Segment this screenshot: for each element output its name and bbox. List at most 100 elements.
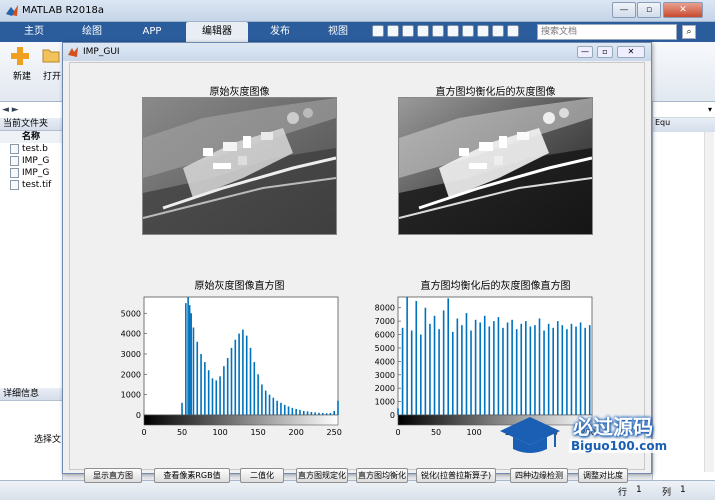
eq-hist-bar	[433, 315, 436, 415]
orig-hist-bar	[234, 339, 237, 415]
minimize-button[interactable]: —	[612, 2, 636, 18]
eq-hist-ytick-label: 6000	[375, 331, 395, 340]
orig-hist-bar	[200, 353, 202, 415]
file-item[interactable]: IMP_G	[0, 155, 62, 167]
new-label[interactable]: 新建	[13, 69, 31, 82]
orig-hist-bar	[204, 362, 206, 415]
search-icon[interactable]: ⌕	[682, 25, 696, 39]
orig-hist-bar	[302, 410, 305, 415]
eq-hist-bar	[588, 325, 591, 415]
eq-hist-bar	[547, 323, 550, 415]
new-plus-icon[interactable]	[10, 46, 30, 66]
quick-access-toolbar[interactable]	[372, 25, 522, 39]
open-label[interactable]: 打开	[43, 69, 61, 82]
eq-hist-bar	[410, 330, 413, 415]
eq-hist-bar	[479, 322, 481, 415]
gui-close-button[interactable]: ✕	[617, 46, 645, 58]
orig-hist-xtick-label: 200	[289, 428, 304, 437]
orig-hist-bar	[268, 394, 271, 415]
close-button[interactable]: ✕	[663, 2, 703, 18]
orig-hist-xtick-label: 150	[250, 428, 265, 437]
orig-hist-ytick-label: 5000	[121, 309, 141, 318]
eq-hist-ytick-label: 0	[390, 411, 395, 420]
eq-hist-bar	[566, 329, 568, 415]
orig-hist-bar	[207, 370, 210, 415]
eq-hist-bar	[511, 319, 513, 415]
tab-plots[interactable]: 绘图	[66, 22, 118, 42]
tab-apps[interactable]: APP	[124, 22, 180, 42]
eq-hist-bar	[534, 325, 536, 415]
eq-hist-bar	[497, 317, 500, 415]
matlab-logo-icon	[5, 4, 19, 18]
col-label: 列	[662, 488, 672, 498]
eq-hist-ytick-label: 4000	[375, 357, 395, 366]
eq-hist-xtick-label: 0	[395, 428, 400, 437]
gui-maximize-button[interactable]: ▫	[597, 46, 613, 58]
gui-minimize-button[interactable]: —	[577, 46, 593, 58]
orig-hist-bar	[196, 341, 199, 415]
orig-hist-bar	[295, 408, 297, 415]
eq-hist-bar	[493, 321, 495, 415]
eq-hist-bar	[575, 326, 577, 415]
tab-view[interactable]: 视图	[312, 22, 364, 42]
eq-hist-bar	[438, 329, 440, 415]
file-item[interactable]: test.b	[0, 143, 62, 155]
eq-hist-bar	[538, 318, 541, 415]
eq-hist-bar	[424, 307, 427, 415]
eq-hist-bar	[506, 322, 509, 415]
laplacian-sharpen-button[interactable]: 锐化(拉普拉斯算子)	[416, 468, 496, 483]
nav-arrows[interactable]: ◄ ►	[0, 102, 62, 118]
orig-hist-bar	[321, 412, 324, 415]
file-item[interactable]: test.tif	[0, 179, 62, 191]
eq-hist-ytick-label: 1000	[375, 398, 395, 407]
adjust-contrast-button[interactable]: 调整对比度	[578, 468, 628, 483]
orig-hist-bar	[253, 362, 256, 415]
tab-home[interactable]: 主页	[8, 22, 60, 42]
eq-hist-bar	[584, 327, 586, 415]
matlab-titlebar: MATLAB R2018a — ▫ ✕	[0, 0, 715, 22]
view-pixel-rgb-button[interactable]: 查看像素RGB值	[154, 468, 230, 483]
orig-hist-bar	[219, 376, 221, 415]
orig-hist-bar	[215, 380, 218, 415]
status-bar: 行 1 列 1	[0, 480, 715, 500]
eq-hist-bar	[502, 327, 504, 415]
column-header-name[interactable]: 名称	[0, 131, 62, 143]
binarize-button[interactable]: 二值化	[240, 468, 284, 483]
eq-hist-bar	[488, 326, 491, 415]
details-title: 详细信息	[0, 388, 62, 401]
orig-hist-bar	[188, 305, 191, 415]
eq-hist-bar	[579, 322, 582, 415]
orig-hist-bar	[242, 329, 244, 415]
orig-image-title: 原始灰度图像	[209, 87, 270, 98]
tab-editor[interactable]: 编辑器	[186, 22, 248, 42]
current-folder-title: 当前文件夹	[0, 118, 62, 131]
show-histogram-button[interactable]: 显示直方图	[84, 468, 142, 483]
file-item[interactable]: IMP_G	[0, 167, 62, 179]
search-docs-input[interactable]: 搜索文档	[537, 24, 677, 40]
orig-hist-bar	[226, 358, 229, 415]
orig-hist-bar	[318, 412, 320, 415]
orig-hist-bar	[245, 335, 248, 415]
maximize-button[interactable]: ▫	[637, 2, 661, 18]
orig-hist-bar	[211, 378, 214, 415]
orig-hist-bar	[314, 412, 316, 415]
eq-hist-bar	[461, 325, 463, 415]
watermark-text: 必过源码	[573, 415, 653, 439]
file-icon	[10, 156, 19, 166]
eq-hist-ytick-label: 5000	[375, 344, 395, 353]
row-label: 行	[618, 488, 628, 498]
histogram-equalization-button[interactable]: 直方图均衡化	[356, 468, 408, 483]
eq-hist-bar	[570, 323, 573, 415]
eq-image-title: 直方图均衡化后的灰度图像	[435, 87, 556, 98]
eq-hist-bar	[543, 330, 545, 415]
histogram-specification-button[interactable]: 直方图规定化	[296, 468, 348, 483]
eq-hist-bar	[456, 318, 459, 415]
watermark-url: Biguo100.com	[569, 439, 670, 453]
open-folder-icon[interactable]	[42, 47, 60, 63]
eq-hist-bar	[397, 408, 399, 415]
dropdown-icon[interactable]: ▾	[653, 102, 715, 118]
eq-hist-bar	[520, 323, 523, 415]
tab-publish[interactable]: 发布	[254, 22, 306, 42]
edge-detection-button[interactable]: 四种边缘检测	[510, 468, 568, 483]
graduation-cap-icon	[500, 417, 560, 453]
